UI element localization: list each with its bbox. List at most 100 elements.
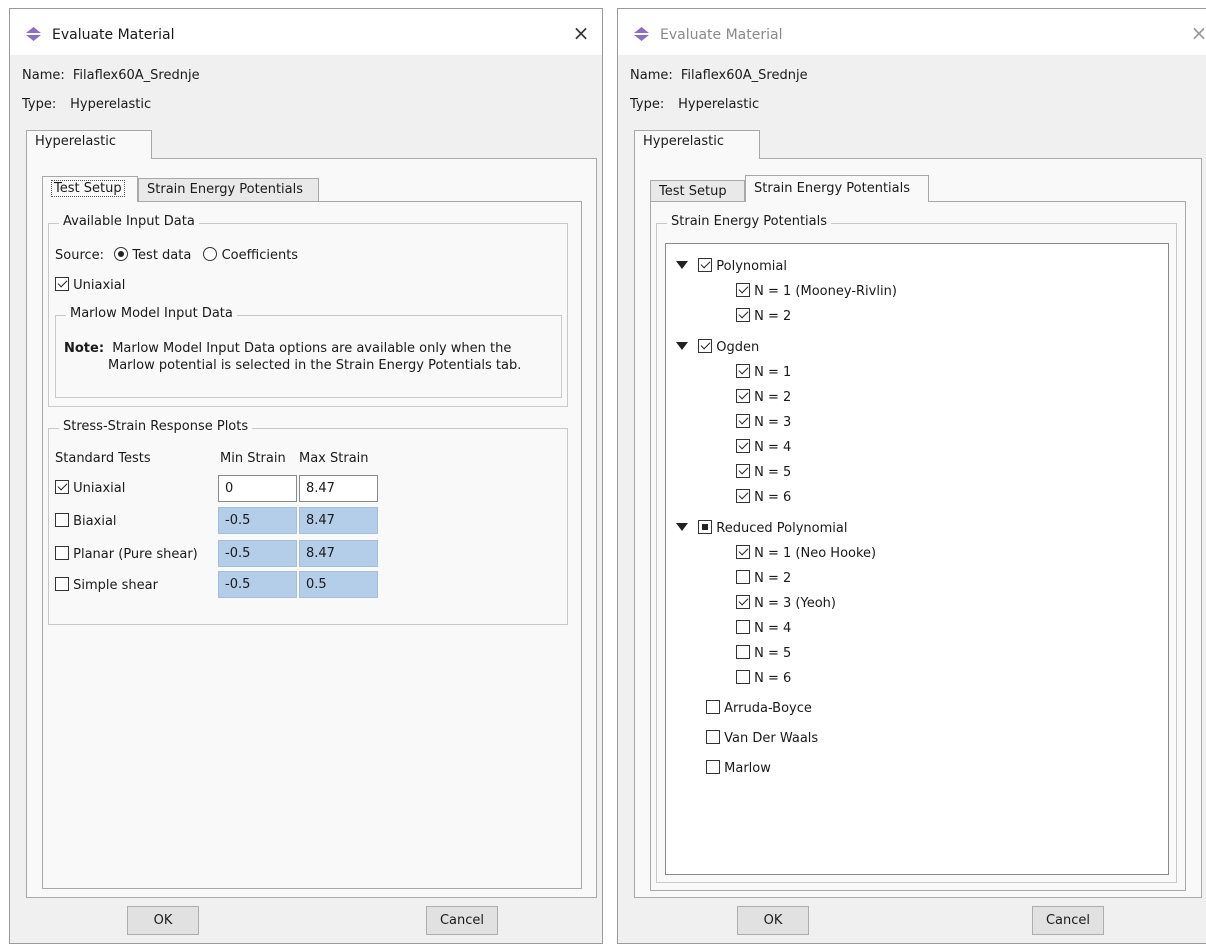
cancel-button[interactable]: Cancel (1032, 906, 1104, 935)
reduced-n1-label: N = 1 (Neo Hooke) (754, 546, 877, 561)
source-test-data-radio[interactable]: Test data (114, 247, 191, 263)
tree-poly-n2[interactable]: N = 2 (736, 308, 791, 324)
ok-button[interactable]: OK (127, 906, 199, 935)
expand-triangle-icon[interactable] (676, 523, 688, 531)
simple-shear-max-strain-field[interactable]: 0.5 (299, 571, 378, 598)
available-input-data-group: Available Input Data Source: Test data C… (48, 214, 568, 407)
app-icon (26, 27, 41, 41)
strain-energy-potentials-group: Strain Energy Potentials Polynomial N = … (656, 214, 1177, 883)
tree-polynomial[interactable]: Polynomial (676, 258, 787, 274)
expand-triangle-icon[interactable] (676, 342, 688, 350)
marlow-label: Marlow (724, 761, 771, 776)
type-line: Type: Hyperelastic (22, 97, 151, 112)
biaxial-max-strain-field[interactable]: 8.47 (299, 507, 378, 534)
source-row: Source: Test data Coefficients (55, 247, 298, 263)
simple-shear-min-strain-field[interactable]: -0.5 (218, 571, 297, 598)
type-label: Type: (630, 97, 665, 112)
biaxial-test-label: Biaxial (73, 514, 117, 529)
polynomial-label: Polynomial (716, 259, 787, 274)
tab-test-setup[interactable]: Test Setup (42, 176, 138, 202)
type-label: Type: (22, 97, 57, 112)
ogden-n1-label: N = 1 (754, 365, 792, 380)
tree-reduced-n1[interactable]: N = 1 (Neo Hooke) (736, 545, 876, 561)
simple-shear-test-label: Simple shear (73, 578, 158, 593)
tree-reduced-n5[interactable]: N = 5 (736, 645, 791, 661)
close-icon[interactable]: × (1188, 23, 1206, 45)
source-label: Source: (55, 248, 105, 263)
uniaxial-label: Uniaxial (73, 278, 126, 293)
tree-reduced-n6[interactable]: N = 6 (736, 670, 791, 686)
expand-triangle-icon[interactable] (676, 261, 688, 269)
tree-ogden-n1[interactable]: N = 1 (736, 364, 791, 380)
planar-min-strain-field[interactable]: -0.5 (218, 540, 297, 567)
strain-energy-potentials-title: Strain Energy Potentials (667, 214, 832, 229)
uniaxial-max-strain-field[interactable]: 8.47 (299, 475, 378, 502)
tree-ogden[interactable]: Ogden (676, 339, 759, 355)
evaluate-material-dialog-strain-energy: Evaluate Material × Name: Filaflex60A_Sr… (617, 8, 1206, 944)
uniaxial-test-label: Uniaxial (73, 481, 126, 496)
col-max-strain: Max Strain (299, 451, 369, 466)
tree-arruda-boyce[interactable]: Arruda-Boyce (706, 700, 812, 716)
tree-ogden-n3[interactable]: N = 3 (736, 414, 791, 430)
biaxial-min-strain-field[interactable]: -0.5 (218, 507, 297, 534)
tree-reduced-n3[interactable]: N = 3 (Yeoh) (736, 595, 836, 611)
tab-strain-energy-potentials-label: Strain Energy Potentials (754, 181, 911, 196)
name-value: Filaflex60A_Srednje (72, 68, 200, 83)
name-label: Name: (630, 68, 673, 83)
type-value: Hyperelastic (678, 97, 760, 112)
dialog-title: Evaluate Material (52, 27, 175, 43)
tab-test-setup-label: Test Setup (659, 184, 727, 199)
tab-hyperelastic[interactable]: Hyperelastic (634, 130, 760, 159)
col-min-strain: Min Strain (220, 451, 286, 466)
biaxial-test-checkbox[interactable]: Biaxial (55, 513, 117, 529)
cancel-button[interactable]: Cancel (426, 906, 498, 935)
test-setup-panel: Available Input Data Source: Test data C… (42, 201, 582, 889)
tab-hyperelastic-label: Hyperelastic (35, 134, 116, 149)
poly-n1-label: N = 1 (Mooney-Rivlin) (754, 284, 897, 299)
tab-strain-energy-potentials[interactable]: Strain Energy Potentials (745, 175, 929, 202)
tree-reduced-n2[interactable]: N = 2 (736, 570, 791, 586)
ok-button[interactable]: OK (737, 906, 809, 935)
reduced-n2-label: N = 2 (754, 571, 792, 586)
app-icon (634, 27, 649, 41)
tree-poly-n1[interactable]: N = 1 (Mooney-Rivlin) (736, 283, 897, 299)
reduced-polynomial-label: Reduced Polynomial (716, 521, 848, 536)
hyperelastic-panel: Test Setup Strain Energy Potentials Avai… (26, 158, 597, 898)
name-label: Name: (22, 68, 65, 83)
tab-strain-energy-potentials[interactable]: Strain Energy Potentials (138, 178, 319, 202)
ogden-n6-label: N = 6 (754, 490, 792, 505)
ogden-n2-label: N = 2 (754, 390, 792, 405)
source-coefficients-radio[interactable]: Coefficients (203, 247, 298, 263)
tab-hyperelastic[interactable]: Hyperelastic (26, 130, 152, 159)
planar-max-strain-field[interactable]: 8.47 (299, 540, 378, 567)
ogden-n4-label: N = 4 (754, 440, 792, 455)
hyperelastic-panel: Test Setup Strain Energy Potentials Stra… (634, 158, 1202, 898)
tree-marlow[interactable]: Marlow (706, 760, 771, 776)
tree-reduced-n4[interactable]: N = 4 (736, 620, 791, 636)
planar-test-label: Planar (Pure shear) (73, 547, 198, 562)
potentials-tree: Polynomial N = 1 (Mooney-Rivlin) N = 2 O… (665, 243, 1169, 875)
tree-ogden-n5[interactable]: N = 5 (736, 464, 791, 480)
note-text: Note: Marlow Model Input Data options ar… (64, 341, 511, 356)
note-line-2: Marlow potential is selected in the Stra… (108, 358, 522, 373)
tree-van-der-waals[interactable]: Van Der Waals (706, 730, 818, 746)
uniaxial-test-checkbox[interactable]: Uniaxial (55, 480, 125, 496)
note-line-1: Marlow Model Input Data options are avai… (112, 341, 512, 356)
stress-strain-plots-group: Stress-Strain Response Plots Standard Te… (48, 419, 568, 625)
close-icon[interactable]: × (570, 23, 592, 45)
strain-energy-panel: Strain Energy Potentials Polynomial N = … (650, 201, 1186, 891)
uniaxial-min-strain-field[interactable]: 0 (218, 475, 297, 502)
poly-n2-label: N = 2 (754, 309, 792, 324)
planar-test-checkbox[interactable]: Planar (Pure shear) (55, 546, 198, 562)
tree-ogden-n4[interactable]: N = 4 (736, 439, 791, 455)
uniaxial-checkbox[interactable]: Uniaxial (55, 277, 125, 293)
note-line-2-wrap: Marlow potential is selected in the Stra… (108, 358, 521, 373)
tree-reduced-polynomial[interactable]: Reduced Polynomial (676, 520, 847, 536)
evaluate-material-dialog-test-setup: Evaluate Material × Name: Filaflex60A_Sr… (9, 8, 603, 944)
reduced-n4-label: N = 4 (754, 621, 792, 636)
tree-ogden-n2[interactable]: N = 2 (736, 389, 791, 405)
tree-ogden-n6[interactable]: N = 6 (736, 489, 791, 505)
tab-test-setup-label: Test Setup (51, 180, 125, 197)
dialog-title: Evaluate Material (660, 27, 783, 43)
simple-shear-test-checkbox[interactable]: Simple shear (55, 577, 158, 593)
